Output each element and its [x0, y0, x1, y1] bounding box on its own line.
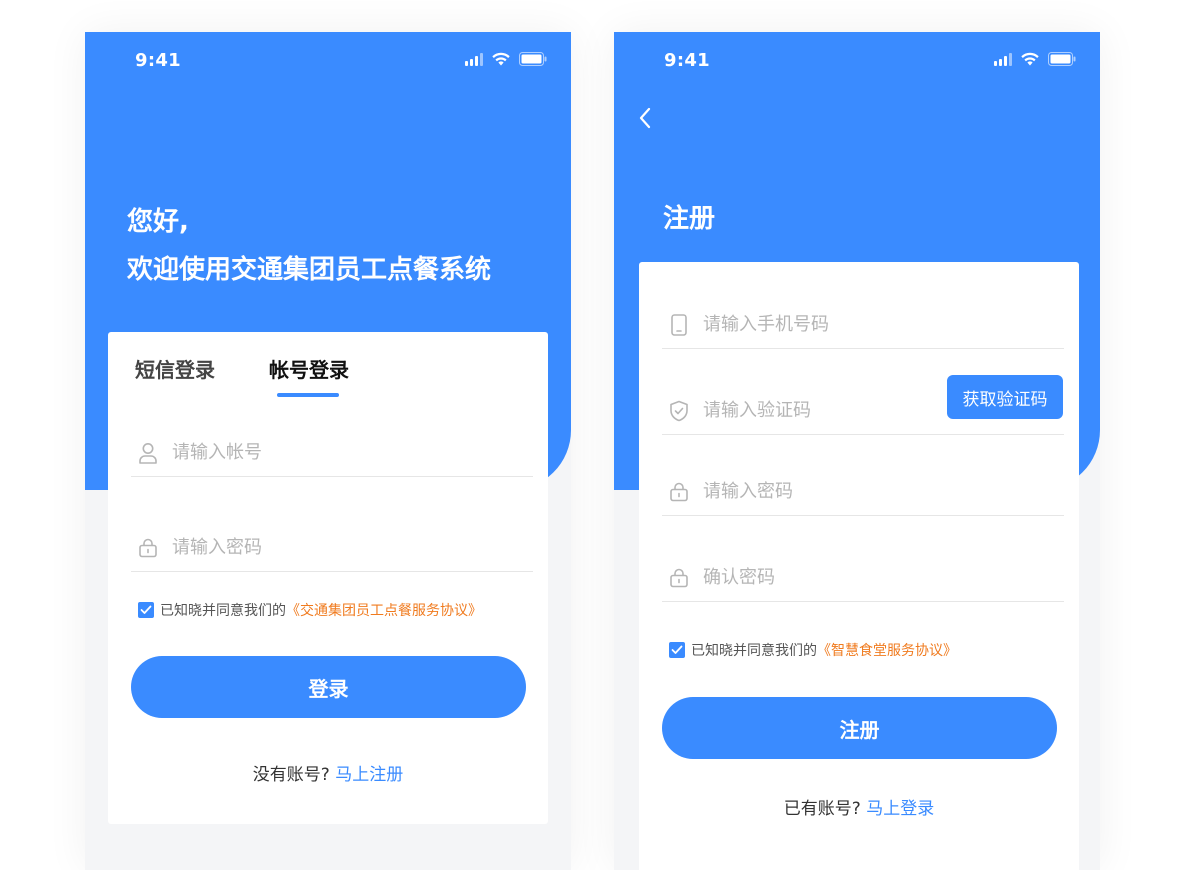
wifi-icon [491, 52, 511, 66]
lock-icon [137, 537, 159, 559]
agree-text: 已知晓并同意我们的 [691, 643, 817, 659]
tab-label: 短信登录 [135, 358, 215, 382]
signal-icon [465, 52, 483, 66]
status-bar: 9:41 [85, 32, 571, 92]
lock-icon [668, 567, 690, 589]
page-title: 注册 [663, 204, 716, 234]
tab-account-login[interactable]: 帐号登录 [269, 354, 349, 397]
agreement-row: 已知晓并同意我们的 《智慧食堂服务协议》 [669, 640, 957, 660]
account-field [131, 429, 533, 477]
login-tabs: 短信登录 帐号登录 [135, 354, 349, 397]
have-account-text: 已有账号? [783, 799, 861, 819]
login-prompt: 已有账号? 马上登录 [639, 794, 1079, 819]
battery-icon [1048, 52, 1076, 66]
greeting: 您好, 欢迎使用交通集团员工点餐系统 [127, 198, 491, 294]
account-input[interactable] [172, 429, 533, 476]
agreement-link[interactable]: 《智慧食堂服务协议》 [817, 640, 957, 660]
password-input[interactable] [172, 524, 533, 571]
no-account-text: 没有账号? [252, 765, 330, 785]
confirm-password-field [662, 554, 1064, 602]
phone-icon [668, 313, 690, 336]
register-screen: 9:41 注册 获取验证码 [614, 32, 1100, 870]
lock-icon [668, 481, 690, 503]
agree-text: 已知晓并同意我们的 [160, 603, 286, 619]
phone-input[interactable] [703, 301, 1064, 348]
back-arrow-icon[interactable] [634, 104, 658, 132]
password-input[interactable] [703, 468, 1064, 515]
status-time: 9:41 [135, 50, 181, 71]
get-code-button[interactable]: 获取验证码 [947, 375, 1063, 419]
register-prompt: 没有账号? 马上注册 [108, 760, 548, 785]
agree-checkbox[interactable] [138, 602, 154, 618]
check-icon [140, 605, 152, 614]
check-icon [671, 645, 683, 654]
status-bar: 9:41 [614, 32, 1100, 92]
login-button[interactable]: 登录 [131, 656, 526, 718]
user-icon [137, 442, 159, 464]
login-screen: 9:41 您好, 欢迎使用交通集团员工点餐系统 短信登录 帐号登录 请输入帐号 … [85, 32, 571, 870]
greeting-line-2: 欢迎使用交通集团员工点餐系统 [127, 255, 492, 285]
login-link[interactable]: 马上登录 [866, 799, 934, 819]
password-field [131, 524, 533, 572]
password-field [662, 468, 1064, 516]
wifi-icon [1020, 52, 1040, 66]
status-time: 9:41 [664, 50, 710, 71]
battery-icon [519, 52, 547, 66]
signal-icon [994, 52, 1012, 66]
tab-label: 帐号登录 [269, 358, 349, 382]
tab-sms-login[interactable]: 短信登录 [135, 354, 215, 397]
login-card: 短信登录 帐号登录 已知晓并同意我们的 《交通集团员工点餐服务协议》 [108, 332, 548, 824]
greeting-line-1: 您好, [127, 207, 189, 237]
agree-checkbox[interactable] [669, 642, 685, 658]
agreement-link[interactable]: 《交通集团员工点餐服务协议》 [286, 600, 482, 620]
register-link[interactable]: 马上注册 [335, 765, 403, 785]
register-card: 获取验证码 已知晓并同意我们的 《智慧食堂服务协议》 注册 已有账号? 马上登录 [639, 262, 1079, 870]
register-button[interactable]: 注册 [662, 697, 1057, 759]
confirm-password-input[interactable] [703, 554, 1064, 601]
active-tab-indicator [277, 393, 339, 397]
shield-icon [668, 400, 690, 422]
phone-field [662, 301, 1064, 349]
agreement-row: 已知晓并同意我们的 《交通集团员工点餐服务协议》 [138, 600, 482, 620]
